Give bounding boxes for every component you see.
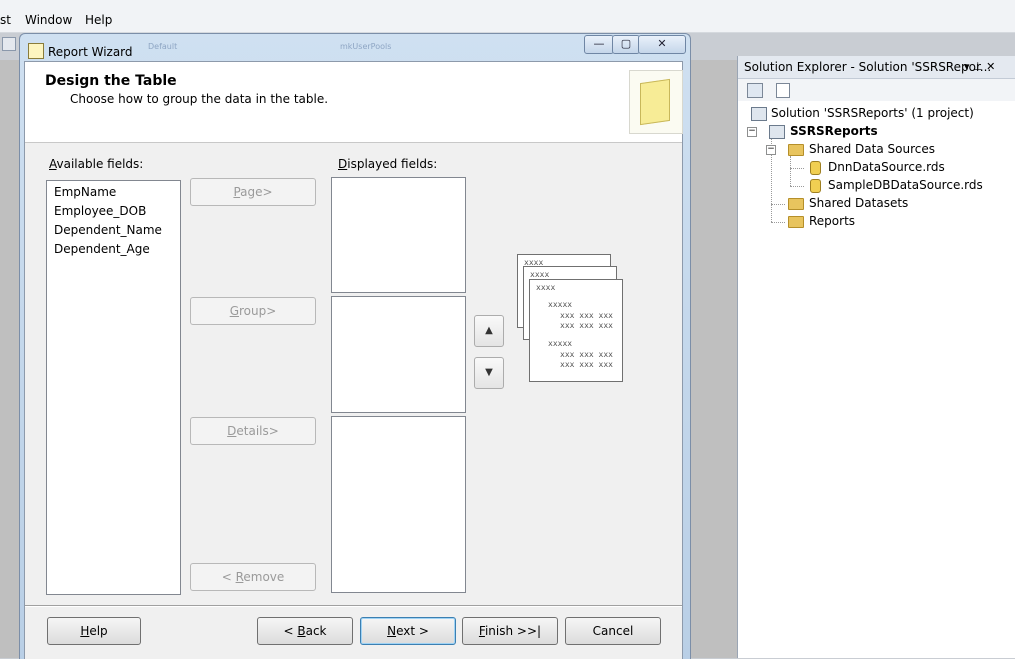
report-note-icon — [640, 78, 670, 126]
show-all-files-icon[interactable] — [776, 83, 790, 98]
tree-node-solution[interactable]: Solution 'SSRSReports' (1 project) — [771, 106, 974, 120]
group-fields-list[interactable] — [331, 296, 466, 413]
arrow-down-icon: ▼ — [485, 367, 493, 378]
report-project-icon — [769, 125, 785, 139]
wizard-client-area: Design the Table Choose how to group the… — [24, 61, 683, 659]
ide-menubar: st Window Help — [0, 0, 1015, 33]
tree-node-dnn-datasource[interactable]: DnnDataSource.rds — [828, 160, 945, 174]
arrow-up-icon: ▲ — [485, 325, 493, 336]
tree-line — [790, 156, 791, 186]
preview-text: xxxx — [536, 283, 556, 292]
preview-text: xxx xxx xxx — [560, 321, 613, 330]
collapse-icon[interactable]: − — [766, 145, 776, 155]
tree-line — [771, 204, 785, 205]
panel-title: Solution Explorer - Solution 'SSRSRepor.… — [744, 60, 992, 74]
list-item[interactable]: Employee_DOB — [54, 204, 146, 218]
window-title: Report Wizard — [48, 45, 133, 59]
tree-node-shared-data-sources[interactable]: Shared Data Sources — [809, 142, 935, 156]
properties-icon[interactable] — [747, 83, 763, 98]
menu-item-window[interactable]: Window — [25, 13, 72, 27]
list-item[interactable]: EmpName — [54, 185, 116, 199]
tree-node-shared-datasets[interactable]: Shared Datasets — [809, 196, 908, 210]
tree-line — [771, 222, 785, 223]
page-button[interactable]: Page> — [190, 178, 316, 206]
preview-text: xxx xxx xxx — [560, 360, 613, 369]
details-button[interactable]: Details> — [190, 417, 316, 445]
displayed-fields-label: Displayed fields: — [338, 157, 438, 171]
minimize-icon: — — [593, 37, 605, 50]
tree-node-reports[interactable]: Reports — [809, 214, 855, 228]
finish-button[interactable]: Finish >>| — [462, 617, 558, 645]
tree-line — [790, 186, 804, 187]
menu-item-test[interactable]: st — [0, 13, 11, 27]
close-button[interactable]: ✕ — [638, 35, 686, 54]
list-item[interactable]: Dependent_Name — [54, 223, 162, 237]
tree-line — [790, 168, 804, 169]
solution-explorer-toolbar — [738, 79, 1015, 101]
list-item[interactable]: Dependent_Age — [54, 242, 150, 256]
toolbar-icon[interactable] — [2, 37, 16, 51]
move-up-button[interactable]: ▲ — [474, 315, 504, 347]
tree-node-project[interactable]: SSRSReports — [790, 124, 878, 138]
available-fields-list[interactable]: EmpName Employee_DOB Dependent_Name Depe… — [46, 180, 181, 595]
folder-icon — [788, 198, 804, 210]
close-icon: ✕ — [657, 37, 667, 50]
move-down-button[interactable]: ▼ — [474, 357, 504, 389]
cancel-button[interactable]: Cancel — [565, 617, 661, 645]
solution-explorer-panel: Solution Explorer - Solution 'SSRSRepor.… — [737, 56, 1015, 658]
back-button[interactable]: < Back — [257, 617, 353, 645]
folder-icon — [788, 216, 804, 228]
solution-explorer-titlebar: Solution Explorer - Solution 'SSRSRepor.… — [738, 56, 1015, 79]
tree-node-sampledb-datasource[interactable]: SampleDBDataSource.rds — [828, 178, 983, 192]
preview-text: xxx xxx xxx — [560, 350, 613, 359]
maximize-button[interactable]: ▢ — [612, 35, 640, 54]
footer-separator — [25, 605, 682, 607]
remove-button[interactable]: < Remove — [190, 563, 316, 591]
menu-item-help[interactable]: Help — [85, 13, 112, 27]
help-button[interactable]: Help — [47, 617, 141, 645]
panel-pin-close-icons[interactable]: ▾ ⊥ ✕ — [964, 56, 995, 78]
page-fields-list[interactable] — [331, 177, 466, 293]
solution-icon — [751, 107, 767, 121]
preview-text: xxxxx — [548, 339, 573, 348]
group-button[interactable]: Group> — [190, 297, 316, 325]
next-button[interactable]: Next > — [360, 617, 456, 645]
preview-text: xxxx — [530, 270, 550, 279]
data-source-icon — [810, 179, 821, 193]
ghost-tab: mkUserPools — [340, 42, 392, 51]
minimize-button[interactable]: — — [584, 35, 614, 54]
preview-page-3: xxxx xxxxx xxx xxx xxx xxx xxx xxx xxxxx… — [529, 279, 623, 382]
report-wizard-icon — [28, 43, 44, 59]
wizard-header: Design the Table Choose how to group the… — [25, 62, 683, 143]
page-title: Design the Table — [45, 73, 177, 89]
ghost-tab: Default — [148, 42, 178, 51]
preview-text: xxx xxx xxx — [560, 311, 613, 320]
preview-text: xxxxx — [548, 300, 573, 309]
folder-icon — [788, 144, 804, 156]
data-source-icon — [810, 161, 821, 175]
wizard-banner-image — [629, 70, 683, 134]
details-fields-list[interactable] — [331, 416, 466, 593]
collapse-icon[interactable]: − — [747, 127, 757, 137]
available-fields-label: Available fields: — [49, 157, 144, 171]
page-subtitle: Choose how to group the data in the tabl… — [70, 92, 329, 106]
maximize-icon: ▢ — [620, 37, 632, 50]
